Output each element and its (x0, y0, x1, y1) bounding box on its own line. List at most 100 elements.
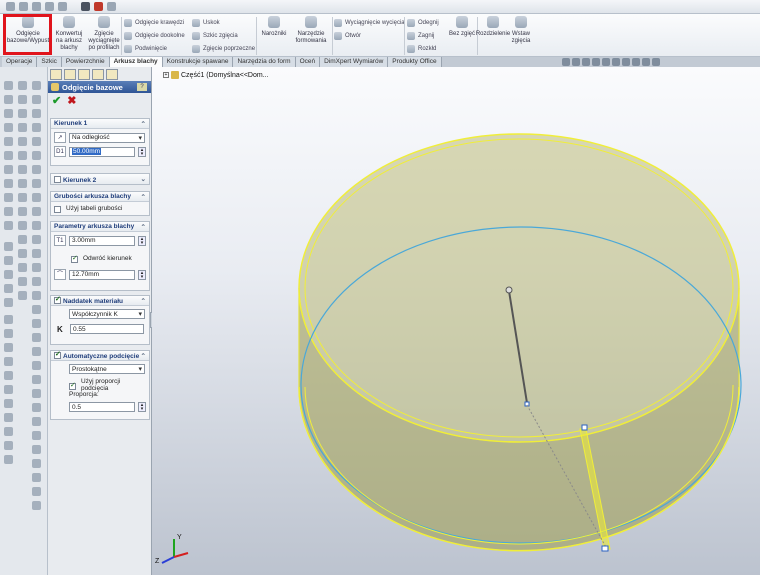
tool-icon[interactable] (32, 95, 41, 104)
tab-dimxpert[interactable]: DimXpert Wymiarów (320, 57, 389, 67)
unfold-button[interactable]: Odegnij (407, 18, 439, 28)
cross-break-button[interactable]: Zgięcie poprzeczne (192, 44, 255, 54)
reverse-direction-icon[interactable]: ↗ (54, 132, 66, 143)
tool-icon[interactable] (4, 385, 13, 394)
rip-button[interactable]: Rozdzielenie (476, 16, 510, 56)
miter-flange-button[interactable]: Odgięcie dookolne (124, 31, 185, 41)
sketched-bend-button[interactable]: Szkic zgięcia (192, 31, 238, 41)
tool-icon[interactable] (4, 179, 13, 188)
select-icon[interactable] (107, 2, 116, 11)
tool-icon[interactable] (4, 427, 13, 436)
cancel-button[interactable]: ✖ (67, 94, 76, 107)
tool-icon[interactable] (18, 277, 27, 286)
tool-icon[interactable] (4, 242, 13, 251)
tool-icon[interactable] (18, 235, 27, 244)
rebuild-icon[interactable] (81, 2, 90, 11)
section-view-icon[interactable] (592, 58, 600, 66)
collapse-icon[interactable]: ⌃ (141, 120, 146, 128)
hide-show-icon[interactable] (622, 58, 630, 66)
tool-icon[interactable] (4, 165, 13, 174)
top-edge[interactable] (298, 133, 740, 443)
tab-surfaces[interactable]: Powierzchnie (61, 57, 110, 67)
tool-icon[interactable] (4, 284, 13, 293)
tool-icon[interactable] (4, 329, 13, 338)
flatten-button[interactable]: Rozkłd (407, 44, 436, 54)
tool-icon[interactable] (32, 403, 41, 412)
direction1-header[interactable]: Kierunek 1 ⌃ (51, 119, 149, 129)
corners-button[interactable]: Narożniki (258, 16, 290, 56)
tool-icon[interactable] (18, 263, 27, 272)
tool-icon[interactable] (18, 81, 27, 90)
tool-icon[interactable] (4, 137, 13, 146)
undo-icon[interactable] (58, 2, 67, 11)
fold-button[interactable]: Zagnij (407, 31, 434, 41)
display-style-icon[interactable] (612, 58, 620, 66)
tool-icon[interactable] (4, 371, 13, 380)
auto-relief-header[interactable]: Automatyczne podcięcie⌃ (51, 350, 149, 361)
tool-icon[interactable] (32, 305, 41, 314)
tool-icon[interactable] (4, 413, 13, 422)
collapse-icon[interactable]: ⌃ (141, 352, 146, 360)
tool-icon[interactable] (4, 207, 13, 216)
tool-icon[interactable] (4, 151, 13, 160)
configuration-manager-tab[interactable] (78, 69, 90, 80)
arrow-handle[interactable] (505, 286, 513, 294)
print-icon[interactable] (45, 2, 54, 11)
tool-icon[interactable] (32, 375, 41, 384)
tab-sheet-metal[interactable]: Arkusz blachy (109, 57, 163, 67)
gap-handle[interactable] (601, 545, 609, 552)
tool-icon[interactable] (4, 357, 13, 366)
sheet-metal-params-header[interactable]: Parametry arkusza blachy ⌃ (51, 222, 149, 232)
tool-icon[interactable] (18, 207, 27, 216)
edge-flange-button[interactable]: Odgięcie krawędzi (124, 18, 184, 28)
tool-icon[interactable] (4, 455, 13, 464)
collapse-icon[interactable]: ⌃ (141, 223, 146, 231)
hem-button[interactable]: Podwinięcie (124, 44, 167, 54)
reverse-direction-row[interactable]: Odwróć kierunek (71, 254, 132, 263)
depth-input[interactable]: 50.00mm (69, 146, 135, 157)
tool-icon[interactable] (4, 95, 13, 104)
tool-icon[interactable] (32, 445, 41, 454)
scene-icon[interactable] (642, 58, 650, 66)
tool-icon[interactable] (18, 137, 27, 146)
tool-icon[interactable] (18, 193, 27, 202)
tool-icon[interactable] (18, 165, 27, 174)
end-condition-select[interactable]: Na odległość (69, 132, 145, 143)
tool-icon[interactable] (32, 431, 41, 440)
tab-evaluate[interactable]: Oceń (295, 57, 321, 67)
display-manager-tab[interactable] (106, 69, 118, 80)
tool-icon[interactable] (32, 221, 41, 230)
insert-bends-button[interactable]: Wstaw zgięcia (508, 16, 534, 56)
appearance-icon[interactable] (632, 58, 640, 66)
tool-icon[interactable] (32, 137, 41, 146)
tool-icon[interactable] (32, 333, 41, 342)
ok-button[interactable]: ✔ (52, 94, 61, 107)
bend-allowance-header[interactable]: Naddatek materiału ⌃ (51, 295, 149, 306)
save-icon[interactable] (32, 2, 41, 11)
zoom-fit-icon[interactable] (562, 58, 570, 66)
direction2-header[interactable]: Kierunek 2 ⌄ (51, 174, 149, 184)
use-gauge-table-checkbox[interactable] (54, 206, 61, 213)
thickness-spinner[interactable]: ▴ ▾ (138, 235, 146, 246)
tab-weldments[interactable]: Konstrukcje spawane (162, 57, 234, 67)
reverse-direction-checkbox[interactable] (71, 254, 78, 263)
no-bends-button[interactable]: Bez zgięć (447, 16, 477, 56)
tool-icon[interactable] (32, 249, 41, 258)
use-gauge-table-row[interactable]: Użyj tabeli grubości (54, 205, 122, 213)
property-manager-tab[interactable] (64, 69, 76, 80)
tool-icon[interactable] (4, 256, 13, 265)
tool-icon[interactable] (32, 501, 41, 510)
thickness-input[interactable]: 3.00mm (69, 235, 135, 246)
tool-icon[interactable] (32, 417, 41, 426)
convert-button[interactable]: Konwertuj na arkusz blachy (54, 16, 84, 56)
tool-icon[interactable] (32, 459, 41, 468)
tool-icon[interactable] (18, 179, 27, 188)
view-settings-icon[interactable] (652, 58, 660, 66)
tool-icon[interactable] (4, 81, 13, 90)
tool-icon[interactable] (32, 361, 41, 370)
tool-icon[interactable] (18, 123, 27, 132)
direction2-checkbox[interactable] (54, 175, 61, 183)
new-icon[interactable] (6, 2, 15, 11)
bend-allowance-checkbox[interactable] (54, 295, 61, 304)
tool-icon[interactable] (18, 249, 27, 258)
